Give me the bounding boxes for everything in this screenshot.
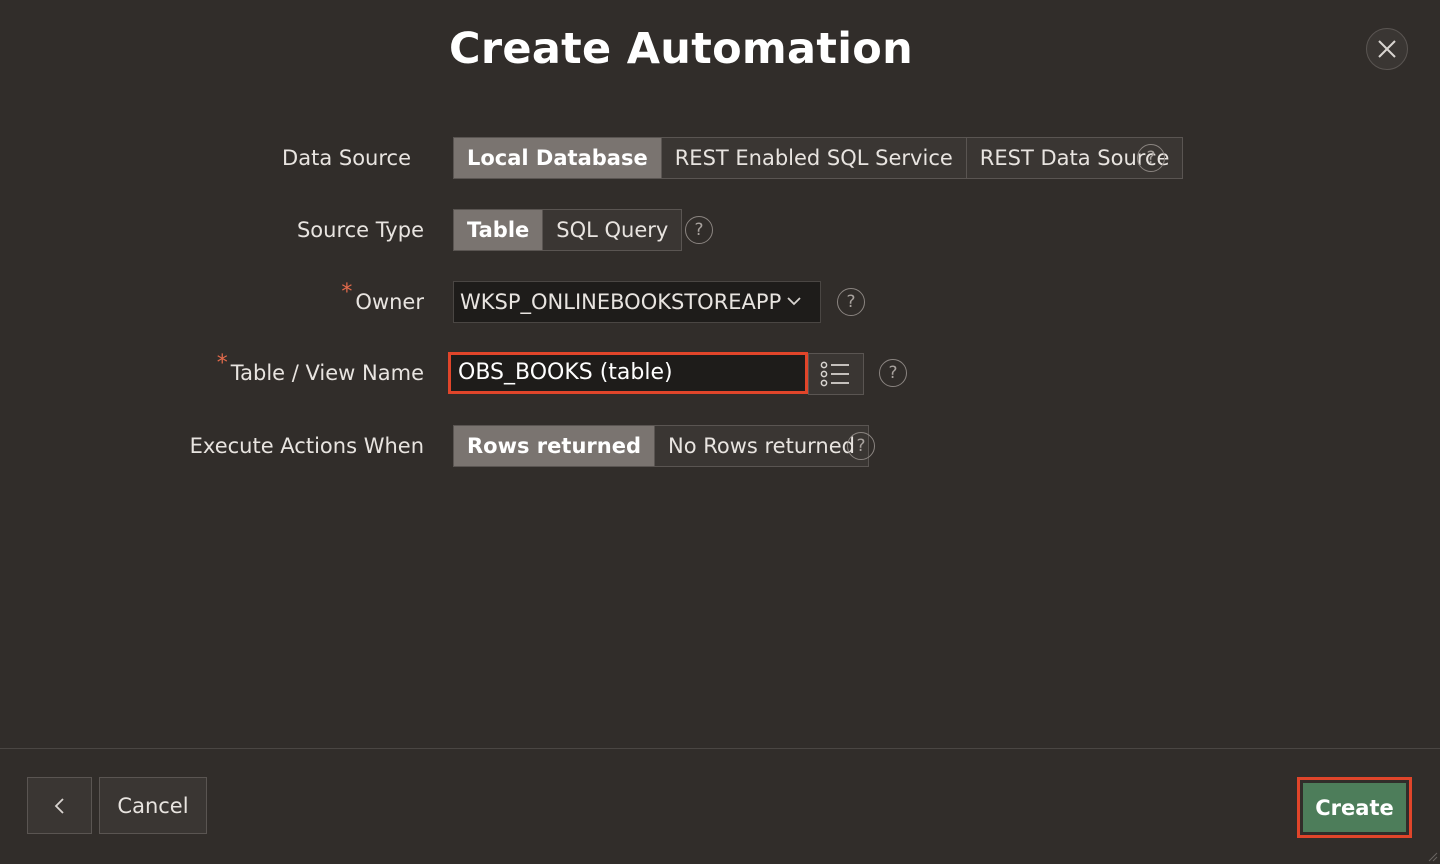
- dialog-title: Create Automation: [449, 24, 913, 74]
- owner-label-container: * Owner: [341, 280, 424, 314]
- source-type-row: Source Type Table SQL Query ?: [0, 209, 1440, 253]
- data-source-option-local-database[interactable]: Local Database: [454, 138, 662, 178]
- table-view-name-label: Table / View Name: [230, 361, 424, 385]
- owner-select-value: WKSP_ONLINEBOOKSTOREAPP: [460, 290, 782, 314]
- owner-help-icon[interactable]: ?: [837, 288, 865, 316]
- execute-option-no-rows-returned[interactable]: No Rows returned: [655, 426, 868, 466]
- owner-row: * Owner WKSP_ONLINEBOOKSTOREAPP ?: [0, 280, 1440, 325]
- table-view-name-help-icon[interactable]: ?: [879, 359, 907, 387]
- execute-actions-when-row: Execute Actions When Rows returned No Ro…: [0, 425, 1440, 469]
- table-view-name-label-container: * Table / View Name: [217, 351, 424, 385]
- table-view-name-list-button[interactable]: [808, 353, 864, 395]
- data-source-row: Data Source Local Database REST Enabled …: [0, 137, 1440, 181]
- data-source-segmented-control: Local Database REST Enabled SQL Service …: [453, 137, 1184, 179]
- source-type-option-table[interactable]: Table: [454, 210, 544, 250]
- execute-option-rows-returned[interactable]: Rows returned: [454, 426, 655, 466]
- resize-grip-icon[interactable]: [1426, 850, 1438, 862]
- source-type-help-icon[interactable]: ?: [685, 216, 713, 244]
- create-automation-dialog: Create Automation Data Source Local Data…: [0, 0, 1440, 864]
- chevron-left-icon: [54, 797, 64, 814]
- create-button[interactable]: Create: [1303, 783, 1406, 832]
- table-view-name-row: * Table / View Name OBS_BOOKS (table) ?: [0, 351, 1440, 396]
- table-view-name-input[interactable]: OBS_BOOKS (table): [448, 352, 808, 394]
- data-source-help-icon[interactable]: ?: [1137, 144, 1165, 172]
- owner-select[interactable]: WKSP_ONLINEBOOKSTOREAPP: [453, 281, 821, 323]
- owner-label: Owner: [355, 290, 424, 314]
- execute-actions-when-label: Execute Actions When: [189, 434, 424, 458]
- source-type-label: Source Type: [296, 218, 424, 242]
- data-source-option-rest-enabled-sql[interactable]: REST Enabled SQL Service: [662, 138, 967, 178]
- execute-actions-when-help-icon[interactable]: ?: [847, 432, 875, 460]
- required-marker: *: [216, 351, 228, 376]
- cancel-button[interactable]: Cancel: [99, 777, 207, 834]
- chevron-down-icon: [787, 297, 801, 306]
- back-button[interactable]: [27, 777, 92, 834]
- execute-actions-when-segmented-control: Rows returned No Rows returned: [453, 425, 869, 467]
- source-type-option-sql-query[interactable]: SQL Query: [543, 210, 681, 250]
- close-button[interactable]: [1366, 28, 1408, 70]
- footer-divider: [0, 748, 1440, 749]
- source-type-segmented-control: Table SQL Query: [453, 209, 683, 251]
- close-icon: [1378, 40, 1396, 58]
- list-icon: [820, 361, 849, 387]
- data-source-label: Data Source: [282, 146, 411, 170]
- required-marker: *: [341, 280, 353, 305]
